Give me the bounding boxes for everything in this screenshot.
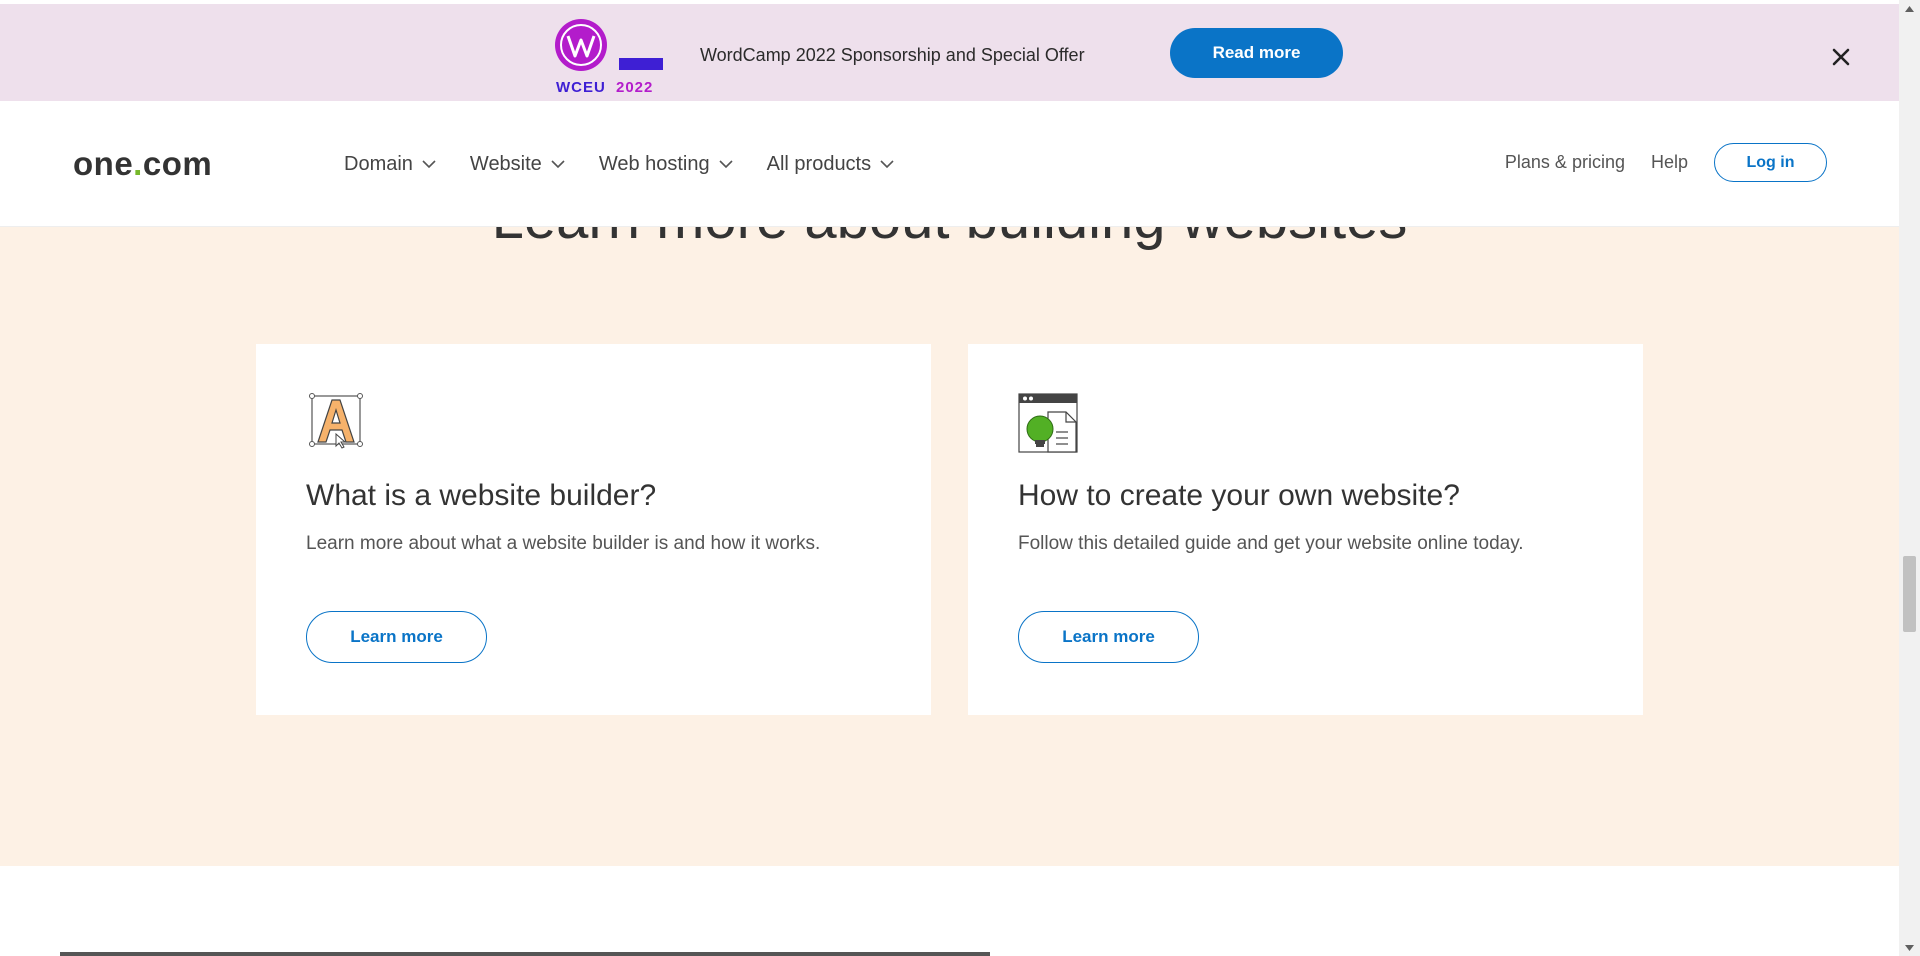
logo-part-one: one [73,145,134,182]
nav-domain-label: Domain [344,153,413,175]
card-title: What is a website builder? [306,479,657,512]
learn-more-button[interactable]: Learn more [1018,611,1199,663]
promo-banner: WCEU 2022 WordCamp 2022 Sponsorship and … [0,4,1899,101]
close-icon[interactable] [1830,46,1852,68]
nav-all-products[interactable]: All products [767,153,895,176]
plans-pricing-link[interactable]: Plans & pricing [1505,152,1625,173]
main-nav: Domain Website Web hosting All products [344,153,894,176]
lightbulb-document-icon [1018,392,1080,454]
nav-web-hosting-label: Web hosting [598,153,710,175]
site-header: one . com Domain Website Web hosting All… [0,101,1899,227]
logo-part-com: com [142,145,213,182]
card-website-builder: What is a website builder? Learn more ab… [256,344,931,715]
header-actions: Plans & pricing Help Log in [1505,143,1827,182]
card-description: Learn more about what a website builder … [306,533,821,554]
learn-more-button[interactable]: Learn more [306,611,487,663]
wceu-text: WCEU [556,79,606,96]
divider [60,952,990,956]
scroll-down-arrow-icon[interactable] [1899,939,1920,956]
login-button[interactable]: Log in [1714,143,1827,182]
read-more-button[interactable]: Read more [1170,28,1343,78]
scrollbar-thumb[interactable] [1903,556,1916,632]
one-com-logo[interactable]: one . com [73,145,212,183]
card-title: How to create your own website? [1018,479,1460,512]
wceu-year: 2022 [616,79,653,96]
chevron-down-icon [422,160,436,169]
nav-domain[interactable]: Domain [344,153,436,176]
nav-website-label: Website [469,153,542,175]
card-description: Follow this detailed guide and get your … [1018,533,1524,554]
wordcamp-logo[interactable]: WCEU 2022 [554,18,666,98]
next-section [0,866,1899,956]
help-link[interactable]: Help [1651,152,1688,173]
scrollbar[interactable] [1899,0,1920,956]
card-create-website: How to create your own website? Follow t… [968,344,1643,715]
page-viewport: WCEU 2022 WordCamp 2022 Sponsorship and … [0,0,1899,956]
logo-dot: . [133,145,143,182]
scroll-up-arrow-icon[interactable] [1899,0,1920,17]
learn-more-section: Learn more about building websites What … [0,227,1899,866]
chevron-down-icon [551,160,565,169]
nav-all-products-label: All products [766,153,872,175]
font-editor-icon [306,392,368,454]
nav-web-hosting[interactable]: Web hosting [599,153,733,176]
section-title: Learn more about building websites [0,227,1899,252]
nav-website[interactable]: Website [470,153,565,176]
banner-text: WordCamp 2022 Sponsorship and Special Of… [700,45,1085,65]
chevron-down-icon [719,160,733,169]
chevron-down-icon [880,160,894,169]
